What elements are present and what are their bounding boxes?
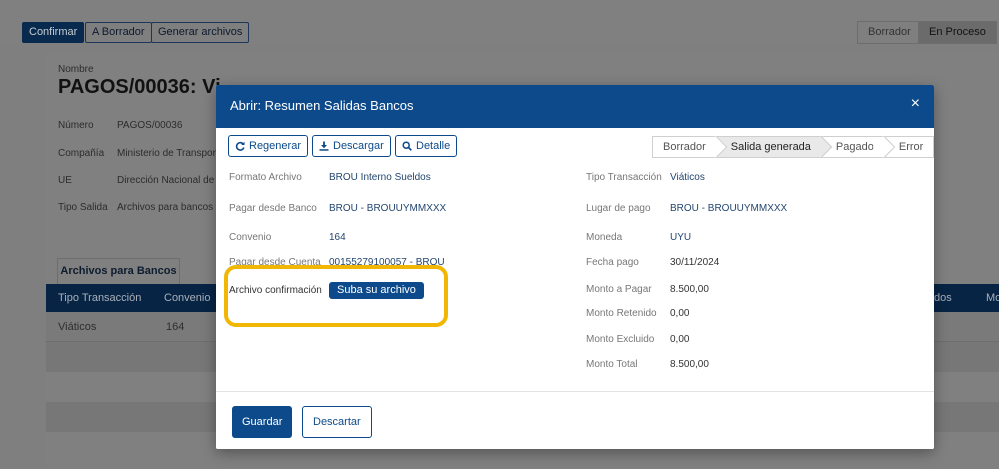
download-button[interactable]: Descargar — [312, 135, 391, 157]
download-label: Descargar — [333, 140, 384, 152]
stage-draft[interactable]: Borrador — [857, 21, 922, 44]
highlight-annotation — [224, 265, 448, 327]
value-file-format[interactable]: BROU Interno Sueldos — [329, 172, 431, 183]
value-agreement: 164 — [329, 232, 346, 243]
field-value-company: Ministerio de Transporte — [117, 148, 225, 159]
label-payment-place: Lugar de pago — [586, 203, 651, 214]
dialog-footer: Guardar Descartar — [216, 391, 934, 449]
output-summary-dialog: Abrir: Resumen Salidas Bancos × Regenera… — [216, 85, 934, 449]
value-payment-place[interactable]: BROU - BROUUYMMXXX — [670, 203, 787, 214]
value-amount-excluded: 0,00 — [670, 334, 690, 345]
value-transaction-type: Viáticos — [670, 172, 705, 183]
label-transaction-type: Tipo Transacción — [586, 172, 662, 183]
field-label-ue: UE — [58, 175, 72, 186]
regenerate-label: Regenerar — [249, 140, 301, 152]
label-payment-date: Fecha pago — [586, 257, 639, 268]
value-currency[interactable]: UYU — [670, 232, 691, 243]
detail-button[interactable]: Detalle — [395, 135, 458, 157]
label-amount-excluded: Monto Excluido — [586, 334, 655, 345]
value-amount-to-pay: 8.500,00 — [670, 284, 709, 295]
col-partial-2: Mo — [986, 292, 999, 304]
label-currency: Moneda — [586, 232, 623, 243]
value-total-amount: 8.500,00 — [670, 359, 709, 370]
value-payment-date: 30/11/2024 — [670, 257, 720, 268]
close-icon[interactable]: × — [911, 96, 920, 112]
label-file-format: Formato Archivo — [229, 172, 302, 183]
field-label-number: Número — [58, 120, 94, 131]
field-value-output-type: Archivos para bancos — [117, 202, 214, 213]
field-value-number: PAGOS/00036 — [117, 120, 183, 131]
dialog-title: Abrir: Resumen Salidas Bancos — [230, 98, 414, 113]
col-transaction-type: Tipo Transacción — [58, 292, 142, 304]
detail-label: Detalle — [416, 140, 451, 152]
field-value-ue: Dirección Nacional de V — [117, 175, 224, 186]
label-amount-to-pay: Monto a Pagar — [586, 284, 652, 295]
stage-in-process[interactable]: En Proceso — [918, 21, 997, 44]
confirm-button[interactable]: Confirmar — [22, 22, 85, 43]
col-partial-1: dos — [934, 292, 952, 304]
field-label-company: Compañía — [58, 148, 105, 159]
col-agreement: Convenio — [164, 292, 211, 304]
value-pay-from-bank[interactable]: BROU - BROUUYMMXXX — [329, 203, 446, 214]
regenerate-button[interactable]: Regenerar — [228, 135, 308, 157]
label-total-amount: Monto Total — [586, 359, 638, 370]
generate-files-button[interactable]: Generar archivos — [151, 22, 250, 43]
label-pay-from-bank: Pagar desde Banco — [229, 203, 317, 214]
cell-agreement: 164 — [166, 321, 185, 333]
label-amount-withheld: Monto Retenido — [586, 308, 657, 319]
status-steps: Borrador Salida generada Pagado Error — [652, 135, 934, 159]
record-title: PAGOS/00036: Vi — [58, 76, 221, 98]
search-icon — [402, 141, 412, 151]
name-label: Nombre — [58, 64, 94, 75]
save-button[interactable]: Guardar — [232, 406, 293, 438]
step-draft[interactable]: Borrador — [652, 135, 728, 159]
form-toolbar: Confirmar A Borrador Generar archivos Bo… — [0, 0, 999, 44]
to-draft-button[interactable]: A Borrador — [85, 22, 152, 43]
discard-button[interactable]: Descartar — [302, 406, 372, 438]
download-icon — [319, 141, 329, 151]
value-amount-withheld: 0,00 — [670, 308, 690, 319]
step-output-generated[interactable]: Salida generada — [715, 135, 833, 159]
cell-transaction-type: Viáticos — [58, 321, 97, 333]
tab-bank-files[interactable]: Archivos para Bancos — [57, 258, 180, 284]
label-agreement: Convenio — [229, 232, 272, 243]
refresh-icon — [235, 141, 245, 151]
field-label-output-type: Tipo Salida — [58, 202, 108, 213]
dialog-header: Abrir: Resumen Salidas Bancos × — [216, 85, 934, 128]
